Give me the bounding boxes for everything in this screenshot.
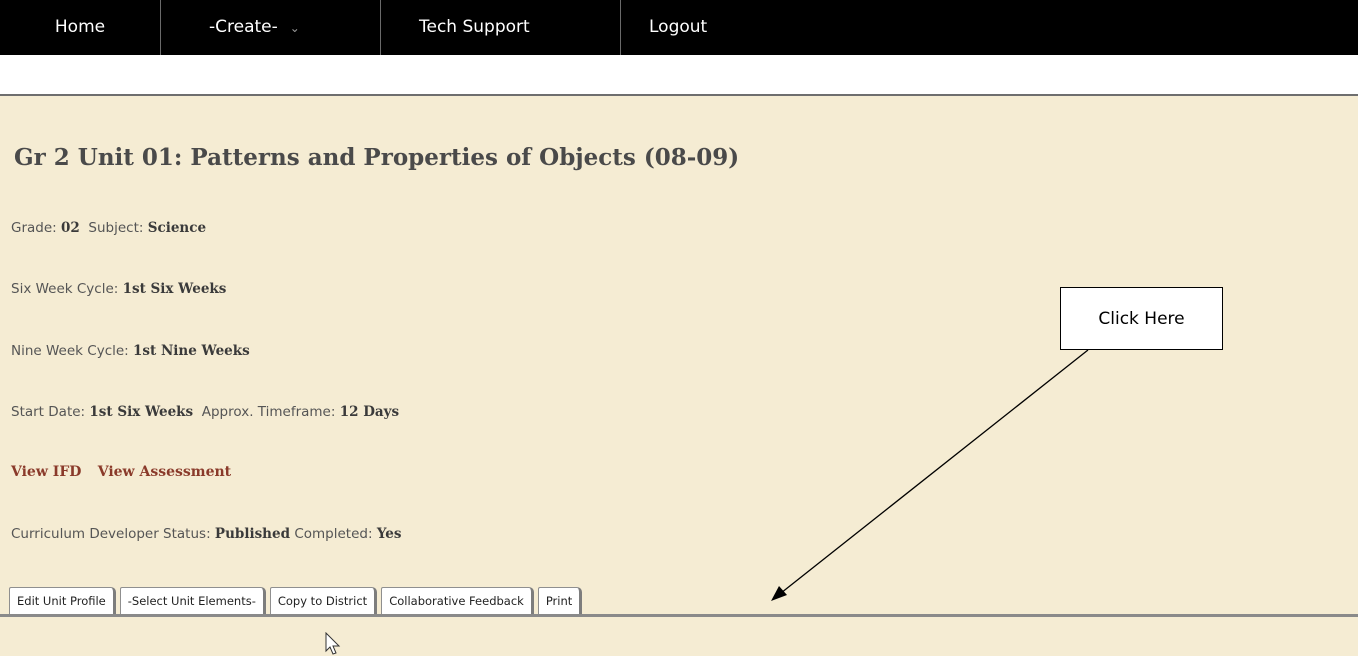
view-ifd-link[interactable]: View IFD bbox=[11, 464, 81, 480]
start-date-label: Start Date: bbox=[11, 404, 86, 420]
nine-week-line: Nine Week Cycle: 1st Nine Weeks bbox=[11, 343, 250, 359]
unit-tabs: Edit Unit Profile -Select Unit Elements-… bbox=[9, 587, 586, 614]
view-links: View IFD View Assessment bbox=[11, 464, 243, 480]
chevron-down-icon: ⌄ bbox=[289, 21, 300, 35]
tab-copy-to-district[interactable]: Copy to District bbox=[269, 587, 378, 614]
completed-value: Yes bbox=[376, 526, 402, 542]
status-line: Curriculum Developer Status: Published C… bbox=[11, 526, 401, 542]
view-assessment-link[interactable]: View Assessment bbox=[98, 464, 231, 480]
subject-value: Science bbox=[147, 220, 207, 236]
nav-logout[interactable]: Logout bbox=[621, 0, 707, 55]
status-value: Published bbox=[214, 526, 291, 542]
nine-week-value: 1st Nine Weeks bbox=[133, 343, 250, 359]
nav-create-menu[interactable]: -Create- ⌄ bbox=[161, 0, 381, 55]
status-label: Curriculum Developer Status: bbox=[11, 526, 211, 542]
top-nav-bar: Home -Create- ⌄ Tech Support Logout bbox=[0, 0, 1358, 55]
nine-week-label: Nine Week Cycle: bbox=[11, 343, 129, 359]
grade-label: Grade: bbox=[11, 220, 57, 236]
tab-edit-unit-profile[interactable]: Edit Unit Profile bbox=[9, 587, 116, 614]
timeframe-label: Approx. Timeframe: bbox=[201, 404, 336, 420]
nav-create-label: -Create- bbox=[209, 17, 278, 37]
unit-profile-panel: Gr 2 Unit 01: Patterns and Properties of… bbox=[0, 96, 1358, 656]
six-week-value: 1st Six Weeks bbox=[122, 281, 227, 297]
tab-underline bbox=[0, 614, 1358, 617]
nav-home[interactable]: Home bbox=[0, 0, 161, 55]
callout-text: Click Here bbox=[1098, 308, 1185, 329]
nav-tech-support[interactable]: Tech Support bbox=[381, 0, 621, 55]
tab-print[interactable]: Print bbox=[537, 587, 583, 614]
click-here-callout: Click Here bbox=[1060, 287, 1223, 350]
six-week-line: Six Week Cycle: 1st Six Weeks bbox=[11, 281, 226, 297]
tab-collaborative-feedback[interactable]: Collaborative Feedback bbox=[381, 587, 534, 614]
tab-select-unit-elements[interactable]: -Select Unit Elements- bbox=[119, 587, 266, 614]
grade-value: 02 bbox=[61, 220, 80, 236]
start-date-value: 1st Six Weeks bbox=[89, 404, 194, 420]
completed-label: Completed: bbox=[294, 526, 373, 542]
mouse-pointer-icon bbox=[325, 632, 341, 655]
subject-label: Subject: bbox=[88, 220, 144, 236]
grade-subject-line: Grade: 02 Subject: Science bbox=[11, 220, 206, 236]
six-week-label: Six Week Cycle: bbox=[11, 281, 119, 297]
start-date-line: Start Date: 1st Six Weeks Approx. Timefr… bbox=[11, 404, 399, 420]
timeframe-value: 12 Days bbox=[339, 404, 400, 420]
page-title: Gr 2 Unit 01: Patterns and Properties of… bbox=[14, 144, 740, 171]
